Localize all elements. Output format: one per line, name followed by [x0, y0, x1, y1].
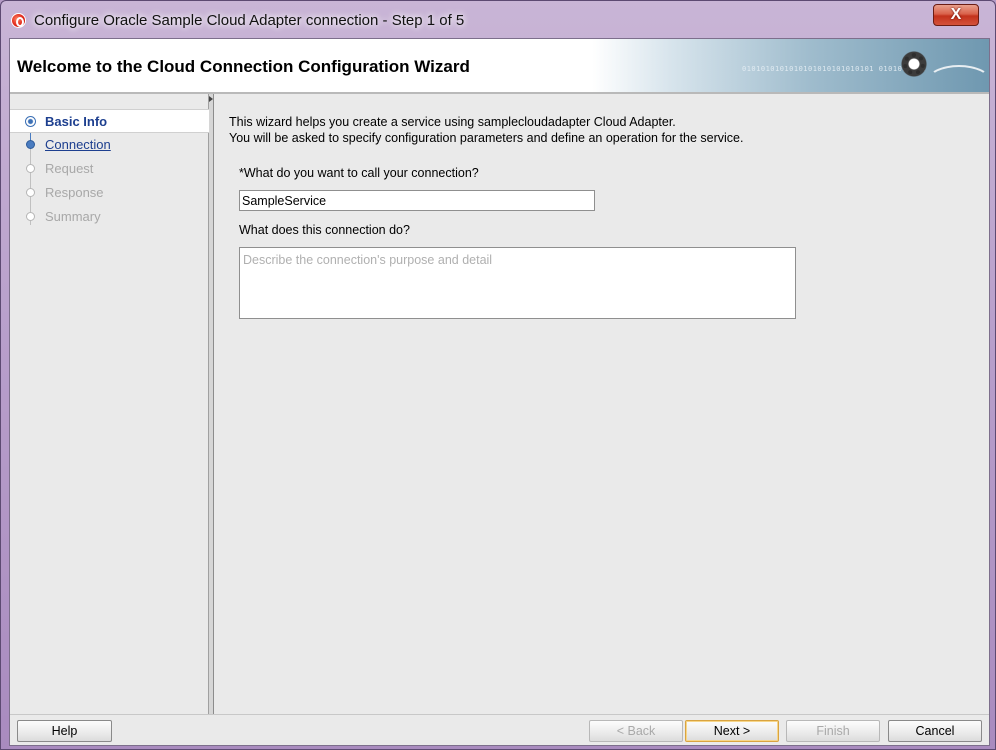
back-button[interactable]: < Back	[589, 720, 683, 742]
close-icon: X	[950, 6, 962, 23]
cancel-button[interactable]: Cancel	[888, 720, 982, 742]
step-active-icon	[25, 116, 36, 127]
step-label: Summary	[45, 209, 101, 224]
finish-button-label: Finish	[816, 724, 850, 738]
finish-button[interactable]: Finish	[786, 720, 880, 742]
page-title: Welcome to the Cloud Connection Configur…	[17, 57, 470, 76]
wizard-window: Configure Oracle Sample Cloud Adapter co…	[0, 0, 996, 750]
intro-text: This wizard helps you create a service u…	[229, 114, 743, 146]
next-button[interactable]: Next >	[685, 720, 779, 742]
steps-sidebar: Basic Info Connection Request Response S…	[10, 94, 209, 714]
step-label: Connection	[45, 137, 111, 152]
step-request: Request	[10, 157, 209, 181]
connection-name-label: *What do you want to call your connectio…	[239, 166, 479, 180]
step-summary: Summary	[10, 205, 209, 229]
title-bar[interactable]: Configure Oracle Sample Cloud Adapter co…	[1, 1, 995, 39]
step-label: Basic Info	[45, 114, 108, 129]
step-content: This wizard helps you create a service u…	[215, 94, 989, 714]
step-label: Request	[45, 161, 94, 176]
connection-name-input[interactable]	[239, 190, 595, 211]
back-button-label: < Back	[616, 724, 656, 738]
intro-line-1: This wizard helps you create a service u…	[229, 115, 676, 129]
next-button-label: Next >	[713, 724, 751, 738]
step-todo-icon	[26, 164, 35, 173]
step-connection[interactable]: Connection	[10, 133, 209, 157]
step-todo-icon	[26, 212, 35, 221]
step-list: Basic Info Connection Request Response S…	[10, 109, 209, 229]
help-button-label: Help	[51, 724, 78, 738]
wizard-client-area: Welcome to the Cloud Connection Configur…	[9, 38, 990, 746]
cancel-button-label: Cancel	[915, 724, 955, 738]
gear-icon	[897, 47, 931, 81]
wizard-header: Welcome to the Cloud Connection Configur…	[10, 39, 989, 94]
panel-splitter[interactable]	[209, 94, 214, 714]
cable-graphic	[927, 65, 989, 92]
step-done-icon	[26, 140, 35, 149]
close-button[interactable]: X	[933, 4, 979, 26]
connection-description-input[interactable]	[239, 247, 796, 319]
window-title: Configure Oracle Sample Cloud Adapter co…	[34, 12, 465, 29]
button-bar: Help < Back Next > Finish Cancel	[10, 714, 989, 745]
intro-line-2: You will be asked to specify configurati…	[229, 131, 744, 145]
help-button[interactable]: Help	[17, 720, 112, 742]
connection-description-label: What does this connection do?	[239, 223, 410, 237]
step-label: Response	[45, 185, 104, 200]
step-response: Response	[10, 181, 209, 205]
step-basic-info[interactable]: Basic Info	[10, 109, 209, 133]
header-banner: 0101010101010101010101010101 0101010101	[592, 39, 989, 92]
step-todo-icon	[26, 188, 35, 197]
oracle-logo-icon	[11, 13, 26, 28]
